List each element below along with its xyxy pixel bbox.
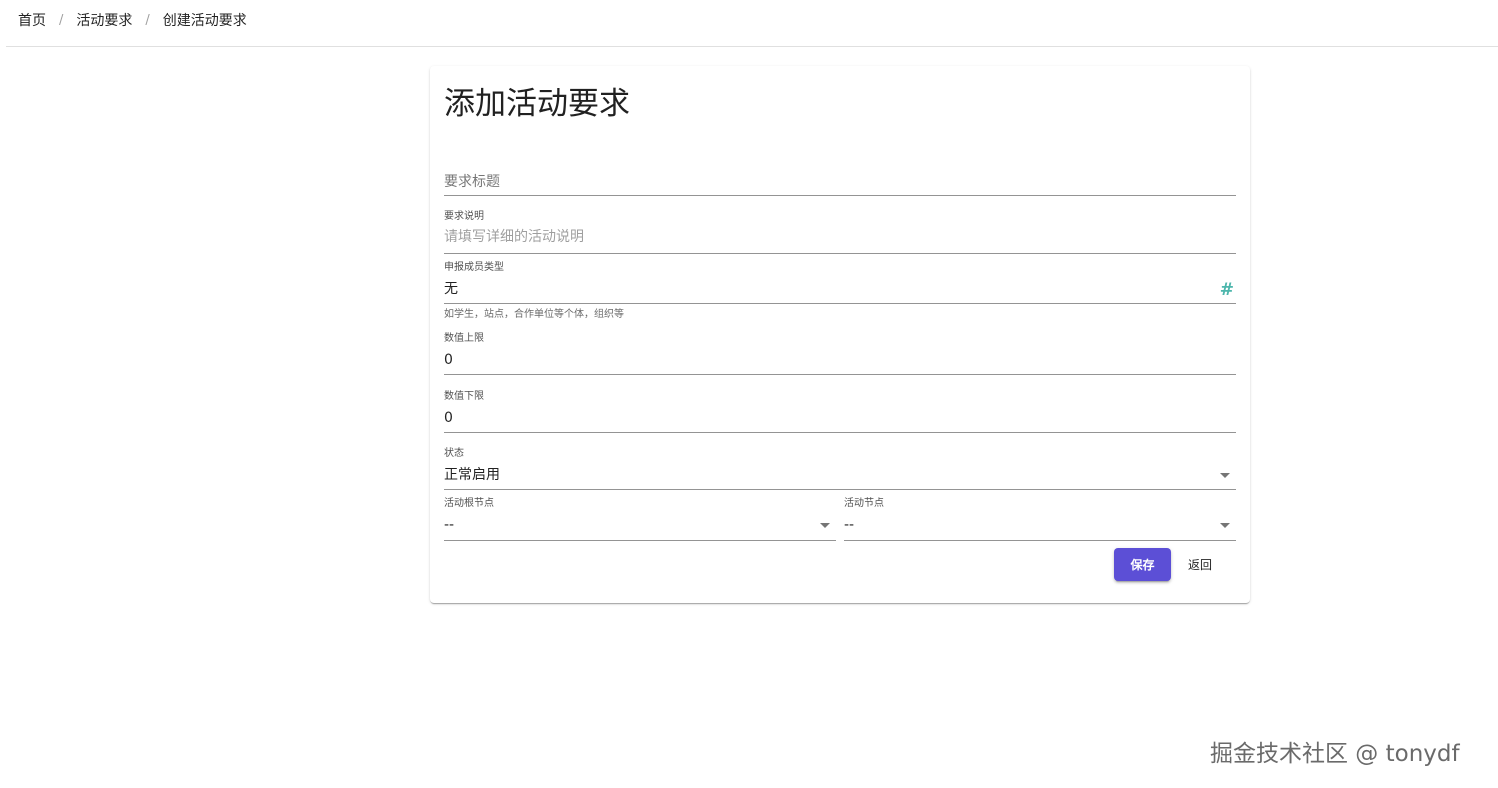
- field-underline: [444, 374, 1236, 375]
- back-button[interactable]: 返回: [1177, 548, 1223, 581]
- req-desc-field[interactable]: 要求说明 请填写详细的活动说明: [444, 210, 1236, 254]
- breadcrumb-current: 创建活动要求: [162, 13, 247, 29]
- page-title: 添加活动要求: [444, 86, 630, 122]
- save-button[interactable]: 保存: [1114, 548, 1171, 581]
- breadcrumb-separator: /: [145, 12, 150, 28]
- member-type-field[interactable]: 申报成员类型 无 # 如学生，站点，合作单位等个体，组织等: [444, 261, 1236, 323]
- field-underline: [444, 432, 1236, 433]
- root-node-label: 活动根节点: [444, 498, 494, 509]
- root-node-value[interactable]: --: [444, 515, 454, 535]
- breadcrumb-activity-requirements[interactable]: 活动要求: [76, 10, 132, 30]
- root-node-select[interactable]: 活动根节点 --: [444, 497, 836, 541]
- upper-limit-label: 数值上限: [444, 333, 484, 344]
- upper-limit-field[interactable]: 数值上限 0: [444, 332, 1236, 376]
- header-divider: [6, 46, 1498, 47]
- status-label: 状态: [444, 448, 464, 459]
- node-label: 活动节点: [844, 498, 884, 509]
- field-underline: [444, 540, 836, 541]
- field-underline: [844, 540, 1236, 541]
- req-desc-label: 要求说明: [444, 211, 484, 222]
- member-type-hint: 如学生，站点，合作单位等个体，组织等: [444, 309, 624, 320]
- breadcrumb: 首页 / 活动要求 / 创建活动要求: [18, 9, 247, 31]
- node-value[interactable]: --: [844, 515, 854, 535]
- chevron-down-icon[interactable]: [820, 523, 830, 528]
- member-type-value[interactable]: 无: [444, 279, 458, 299]
- req-desc-input[interactable]: 请填写详细的活动说明: [444, 227, 584, 247]
- field-underline: [444, 195, 1236, 196]
- lower-limit-label: 数值下限: [444, 391, 484, 402]
- member-type-label: 申报成员类型: [444, 262, 504, 273]
- status-select[interactable]: 状态 正常启用: [444, 447, 1236, 491]
- chevron-down-icon[interactable]: [1220, 473, 1230, 478]
- lower-limit-input[interactable]: 0: [444, 408, 453, 428]
- req-title-field[interactable]: 要求标题: [444, 170, 1236, 196]
- form-card: 添加活动要求 要求标题 要求说明 请填写详细的活动说明 申报成员类型 无 # 如…: [430, 66, 1250, 603]
- field-underline: [444, 253, 1236, 254]
- req-title-label: 要求标题: [444, 174, 500, 190]
- hash-icon[interactable]: #: [1220, 280, 1234, 300]
- watermark: 掘金技术社区 @ tonydf: [1210, 741, 1460, 767]
- field-underline: [444, 303, 1236, 304]
- lower-limit-field[interactable]: 数值下限 0: [444, 390, 1236, 434]
- field-underline: [444, 489, 1236, 490]
- node-select[interactable]: 活动节点 --: [844, 497, 1236, 541]
- breadcrumb-separator: /: [59, 12, 64, 28]
- breadcrumb-home[interactable]: 首页: [18, 10, 46, 30]
- chevron-down-icon[interactable]: [1220, 523, 1230, 528]
- upper-limit-input[interactable]: 0: [444, 350, 453, 370]
- status-value[interactable]: 正常启用: [444, 465, 500, 485]
